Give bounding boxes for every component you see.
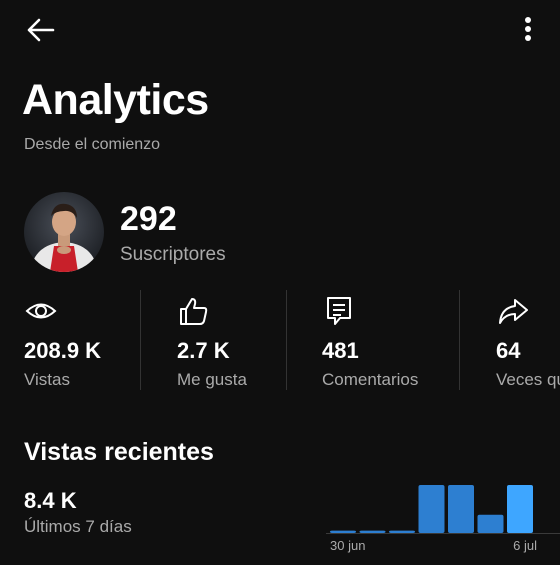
divider <box>286 290 287 390</box>
stat-likes-value: 2.7 K <box>177 338 230 363</box>
stat-likes[interactable]: 2.7 K Me gusta <box>177 290 317 400</box>
recent-views-chart[interactable]: 30 jun 6 jul <box>326 478 560 560</box>
stat-comments[interactable]: 481 Comentarios <box>322 290 462 400</box>
subscriber-label: Suscriptores <box>120 244 226 265</box>
stat-views[interactable]: 208.9 K Vistas <box>24 290 164 400</box>
chart-bar <box>330 530 356 533</box>
recent-views-period: Últimos 7 días <box>24 517 132 536</box>
eye-icon <box>24 294 58 328</box>
recent-views-value: 8.4 K <box>24 488 77 513</box>
chart-tick-label: 30 jun <box>330 538 365 553</box>
stat-shares-value: 64 <box>496 338 521 363</box>
comment-icon <box>322 294 356 328</box>
more-options-button[interactable] <box>512 12 544 48</box>
share-icon <box>496 294 530 328</box>
chart-bar <box>448 485 474 533</box>
stat-shares[interactable]: 64 Veces qu <box>496 290 560 400</box>
thumbs-up-icon <box>177 294 211 328</box>
chart-bar <box>389 530 415 533</box>
subscriber-count: 292 <box>120 200 177 238</box>
arrow-left-icon <box>27 18 55 42</box>
chart-bar <box>477 514 504 533</box>
stat-views-label: Vistas <box>24 370 70 389</box>
page-title: Analytics <box>22 76 209 124</box>
chart-bar <box>359 530 386 533</box>
bar-chart: 30 jun 6 jul <box>326 485 560 553</box>
recent-views-title: Vistas recientes <box>24 438 214 466</box>
chart-bar <box>507 485 533 533</box>
chart-bar <box>418 485 445 533</box>
back-button[interactable] <box>22 12 58 48</box>
stat-likes-label: Me gusta <box>177 370 247 389</box>
avatar[interactable] <box>24 192 104 272</box>
chart-tick-label: 6 jul <box>513 538 537 553</box>
more-vert-icon <box>525 17 531 41</box>
stat-shares-label: Veces qu <box>496 370 560 389</box>
divider <box>140 290 141 390</box>
stat-comments-value: 481 <box>322 338 359 363</box>
divider <box>459 290 460 390</box>
avatar-image <box>24 192 104 272</box>
stat-views-value: 208.9 K <box>24 338 102 363</box>
stat-comments-label: Comentarios <box>322 370 419 389</box>
page-subtitle: Desde el comienzo <box>24 136 161 153</box>
